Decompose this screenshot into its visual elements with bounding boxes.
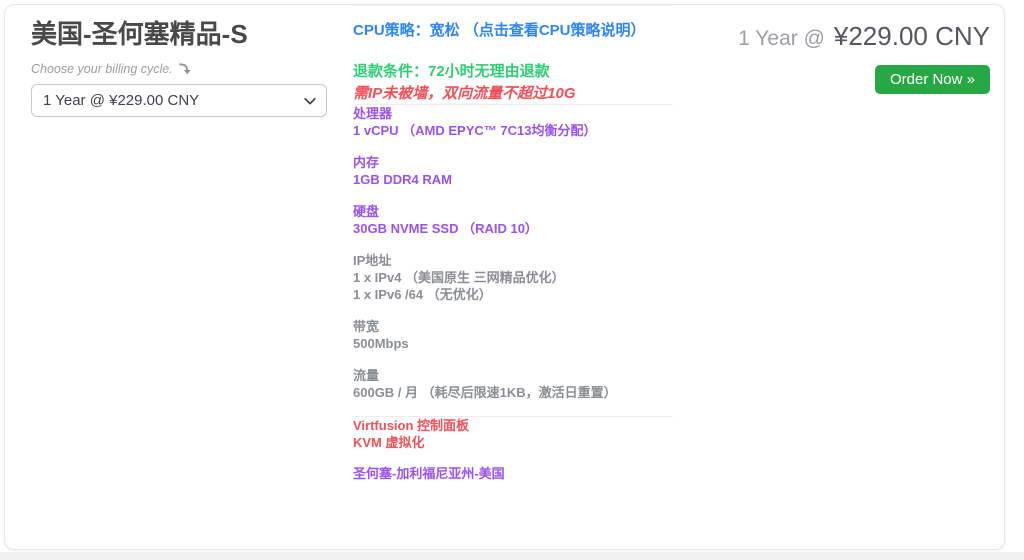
divider [353, 5, 673, 6]
order-summary: 1 Year @ ¥229.00 CNY Order Now » [738, 21, 990, 94]
spec-label: 内存 [353, 155, 380, 170]
product-title: 美国-圣何塞精品-S [31, 19, 248, 49]
refund-condition-text: 需IP未被墙，双向流量不超过10G [353, 85, 576, 102]
spec-value: 30GB NVME SSD （RAID 10） [353, 221, 538, 236]
price-line: 1 Year @ ¥229.00 CNY [738, 21, 990, 52]
spec-group-traffic: 流量 600GB / 月 （耗尽后限速1KB，激活日重置） [353, 367, 673, 401]
platform-info: Virtfusion 控制面板 KVM 虚拟化 [353, 417, 673, 451]
spec-label: 处理器 [353, 106, 393, 121]
spec-label: 流量 [353, 368, 380, 383]
virtualization-text: KVM 虚拟化 [353, 435, 425, 450]
billing-cycle-select[interactable]: 1 Year @ ¥229.00 CNY [31, 84, 327, 117]
billing-cycle-hint: Choose your billing cycle. [31, 62, 331, 76]
spec-value: 1 x IPv4 （美国原生 三网精品优化） [353, 270, 565, 285]
spec-label: 硬盘 [353, 204, 380, 219]
billing-cycle-hint-text: Choose your billing cycle. [31, 62, 173, 76]
spec-value: 1 x IPv6 /64 （无优化） [353, 287, 492, 302]
billing-cycle-select-wrap: 1 Year @ ¥229.00 CNY [31, 84, 327, 117]
product-card: 美国-圣何塞精品-S Choose your billing cycle. 1 … [4, 4, 1005, 550]
page-background-strip [0, 552, 1024, 560]
datacenter-location-text: 圣何塞-加利福尼亚州-美国 [353, 466, 505, 481]
spec-label: IP地址 [353, 253, 392, 268]
spec-value: 1GB DDR4 RAM [353, 172, 452, 187]
spec-group-memory: 内存 1GB DDR4 RAM [353, 154, 673, 188]
curved-down-arrow-icon [178, 62, 191, 76]
spec-group-cpu: 处理器 1 vCPU （AMD EPYC™ 7C13均衡分配） [353, 105, 673, 139]
spec-group-disk: 硬盘 30GB NVME SSD （RAID 10） [353, 203, 673, 237]
spec-label: 带宽 [353, 319, 380, 334]
order-now-button[interactable]: Order Now » [874, 65, 990, 94]
product-header: 美国-圣何塞精品-S Choose your billing cycle. 1 … [31, 19, 331, 117]
spec-value: 500Mbps [353, 336, 409, 351]
price-term: 1 Year @ [738, 27, 825, 50]
spec-group-bandwidth: 带宽 500Mbps [353, 318, 673, 352]
spec-group-ip: IP地址 1 x IPv4 （美国原生 三网精品优化） 1 x IPv6 /64… [353, 252, 673, 303]
cpu-policy-link[interactable]: CPU策略：宽松 （点击查看CPU策略说明） [353, 21, 673, 41]
control-panel-text: Virtfusion 控制面板 [353, 418, 470, 433]
product-details: CPU策略：宽松 （点击查看CPU策略说明） 退款条件：72小时无理由退款 需I… [353, 5, 673, 482]
price-amount: ¥229.00 CNY [833, 21, 990, 51]
spec-value: 600GB / 月 （耗尽后限速1KB，激活日重置） [353, 385, 617, 400]
refund-policy-text: 退款条件：72小时无理由退款 [353, 63, 550, 80]
spec-value: 1 vCPU （AMD EPYC™ 7C13均衡分配） [353, 123, 597, 138]
